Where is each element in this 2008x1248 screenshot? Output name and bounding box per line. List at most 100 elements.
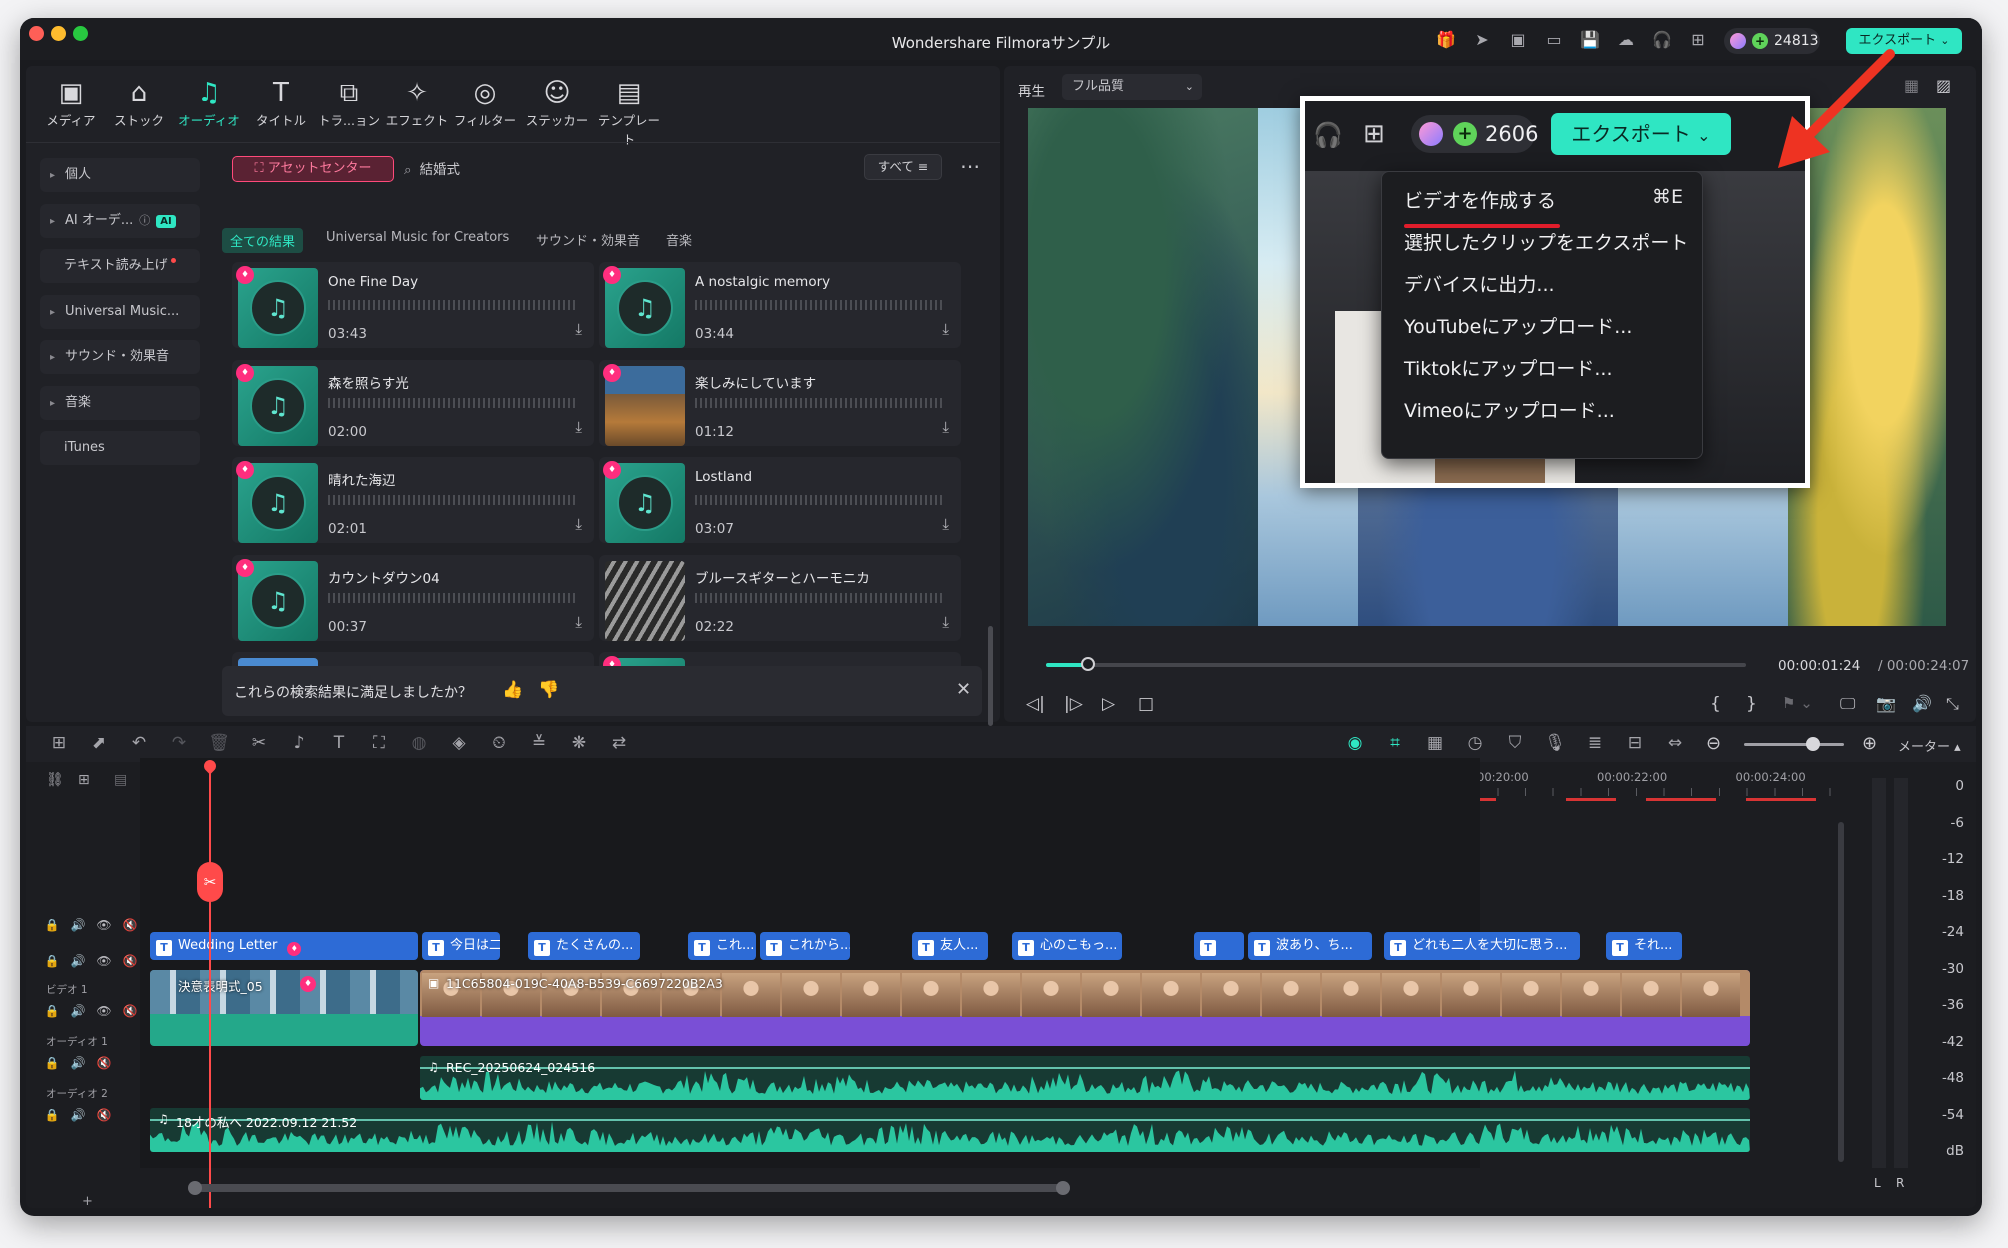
add-track-icon[interactable]: +: [82, 1194, 93, 1209]
fit-icon[interactable]: ⇔: [1662, 733, 1688, 757]
progress-handle[interactable]: [1081, 657, 1095, 671]
sidebar-item[interactable]: ▸ サウンド・効果音: [40, 340, 200, 374]
grid-icon[interactable]: ⊞: [1363, 119, 1385, 149]
meter-toggle[interactable]: メーター ▴: [1898, 736, 1961, 755]
shield-icon[interactable]: ⛉: [1502, 733, 1528, 757]
audio-card[interactable]: ♫ ♦ One Fine Day 03:43 ⤓: [232, 262, 594, 348]
tab-stock[interactable]: ⌂ ストック: [104, 76, 174, 129]
track-settings-icon[interactable]: ▤: [114, 772, 127, 788]
video-clip-intro[interactable]: 決意表明式_05 ♦: [150, 970, 418, 1046]
mute-icon[interactable]: 🔇: [122, 1004, 138, 1020]
thumbs-up-icon[interactable]: 👍: [502, 680, 523, 700]
tab-media[interactable]: ▣ メディア: [36, 76, 106, 129]
video-clip-main[interactable]: 11C65804-019C-40A8-B539-C6697220B2A3 ▣: [420, 970, 1750, 1046]
title-clip[interactable]: T: [1194, 932, 1244, 960]
popup-credits-pill[interactable]: + 2606: [1411, 115, 1538, 153]
render-icon[interactable]: ▦: [1422, 733, 1448, 757]
sidebar-item[interactable]: テキスト読み上げ: [40, 249, 200, 283]
sidebar-item[interactable]: ▸ AI オーデ... ⓘ AI: [40, 203, 200, 238]
ai-icon[interactable]: ❋: [566, 733, 592, 757]
close-icon[interactable]: ✕: [956, 679, 971, 700]
audio-edit-icon[interactable]: ♪: [286, 733, 312, 757]
lock-icon[interactable]: 🔒: [44, 918, 60, 934]
mute-icon[interactable]: 🔇: [96, 1108, 112, 1124]
thumbs-down-icon[interactable]: 👎: [538, 680, 559, 700]
save-icon[interactable]: 💾: [1579, 30, 1601, 50]
more-options-icon[interactable]: ⋯: [960, 154, 980, 178]
title-clip[interactable]: T 心のこもっ...: [1012, 932, 1122, 960]
speed-icon[interactable]: ⏲: [486, 733, 512, 757]
export-menu-item[interactable]: デバイスに出力...: [1404, 270, 1555, 297]
lock-icon[interactable]: 🔒: [44, 1056, 60, 1072]
download-icon[interactable]: ⤓: [942, 515, 949, 533]
export-menu-item[interactable]: 選択したクリップをエクスポート: [1404, 228, 1688, 255]
crop-icon[interactable]: ⛶: [366, 733, 392, 757]
timeline-scrollbar[interactable]: [194, 1184, 1062, 1192]
mic-icon[interactable]: 🎙: [1542, 733, 1568, 757]
tab-filter[interactable]: ◎ フィルター: [450, 76, 520, 129]
export-menu-item[interactable]: Vimeoにアップロード...: [1404, 396, 1615, 423]
scroll-right-handle[interactable]: [1056, 1181, 1070, 1195]
download-icon[interactable]: ⤓: [942, 613, 949, 631]
tab-sticker[interactable]: ☺ ステッカー: [522, 76, 592, 129]
play-icon[interactable]: ▷: [1102, 694, 1115, 714]
tab-title[interactable]: T タイトル: [246, 76, 316, 129]
mark-in-icon[interactable]: {: [1710, 694, 1721, 714]
eye-icon[interactable]: 👁: [96, 954, 112, 970]
layout-icon[interactable]: ▭: [1543, 30, 1565, 50]
audio-card[interactable]: ♫ ♦ Lostland 03:07 ⤓: [599, 457, 961, 543]
sidebar-item[interactable]: iTunes: [40, 431, 200, 465]
download-icon[interactable]: ⤓: [575, 515, 582, 533]
speaker-icon[interactable]: 🔊: [70, 954, 86, 970]
detach-icon[interactable]: ⊟: [1622, 733, 1648, 757]
play-frame-icon[interactable]: |▷: [1064, 694, 1083, 714]
speaker-icon[interactable]: 🔊: [70, 918, 86, 934]
export-menu-item[interactable]: ビデオを作成する: [1404, 186, 1556, 213]
snap-icon[interactable]: ⌗: [1382, 733, 1408, 757]
tab-template[interactable]: ▤ テンプレート: [594, 76, 664, 148]
audio-card[interactable]: ♫ ♦ 森を照らす光 02:00 ⤓: [232, 359, 594, 446]
title-clip[interactable]: T 友人...: [912, 932, 988, 960]
audio-card[interactable]: ブルースギターとハーモニカ 02:22 ⤓: [599, 554, 961, 641]
play-range-icon[interactable]: ◷: [1462, 733, 1488, 757]
scroll-left-handle[interactable]: [188, 1181, 202, 1195]
sort-button[interactable]: すべて ≡: [864, 154, 942, 180]
split-scissors-icon[interactable]: ✂: [197, 862, 223, 902]
mark-out-icon[interactable]: }: [1746, 694, 1757, 714]
delete-icon[interactable]: 🗑: [206, 733, 232, 757]
eye-icon[interactable]: 👁: [96, 918, 112, 934]
cloud-icon[interactable]: ☁: [1615, 30, 1637, 50]
filter-chip[interactable]: 全ての結果: [222, 228, 304, 253]
speaker-icon[interactable]: 🔊: [70, 1056, 86, 1072]
download-icon[interactable]: ⤓: [575, 613, 582, 631]
popup-export-button[interactable]: エクスポート ⌄: [1551, 113, 1731, 155]
color-icon[interactable]: ◈: [446, 733, 472, 757]
sidebar-item[interactable]: ▸ 音楽: [40, 385, 200, 420]
fullscreen-icon[interactable]: ⤡: [1946, 694, 1959, 714]
audio-card[interactable]: ♫ ♦ A nostalgic memory 03:44 ⤓: [599, 262, 961, 348]
quality-select[interactable]: フル品質 ⌄: [1062, 74, 1202, 100]
filter-chip[interactable]: Universal Music for Creators: [326, 230, 509, 245]
display-icon[interactable]: 🖵: [1840, 694, 1855, 714]
adjust-icon[interactable]: ≚: [526, 733, 552, 757]
undo-icon[interactable]: ↶: [126, 733, 152, 757]
title-clip[interactable]: T どれも二人を大切に思う...: [1384, 932, 1580, 960]
audio-clip-2[interactable]: 18才の私へ 2022.09.12 21.52 ♫: [150, 1108, 1750, 1152]
mute-icon[interactable]: 🔇: [96, 1056, 112, 1072]
download-icon[interactable]: ⤓: [942, 320, 949, 338]
mute-icon[interactable]: 🔇: [122, 918, 138, 934]
zoom-in-icon[interactable]: ⊕: [1862, 733, 1877, 754]
mute-icon[interactable]: 🔇: [122, 954, 138, 970]
audio-card[interactable]: ♦ 楽しみにしています 01:12 ⤓: [599, 359, 961, 446]
sidebar-item[interactable]: ▸ Universal Music...: [40, 294, 200, 329]
translate-icon[interactable]: ⇄: [606, 733, 632, 757]
snapshot-view-icon[interactable]: ▨: [1936, 76, 1951, 95]
title-clip[interactable]: T 波あり、ち...: [1248, 932, 1372, 960]
voiceover-icon[interactable]: ≣: [1582, 733, 1608, 757]
redo-icon[interactable]: ↷: [166, 733, 192, 757]
headset-icon[interactable]: 🎧: [1651, 30, 1673, 50]
export-menu-item[interactable]: YouTubeにアップロード...: [1404, 312, 1632, 339]
title-clip[interactable]: T たくさんの...: [528, 932, 640, 960]
track-link-icon[interactable]: ⛓: [46, 772, 64, 788]
lock-icon[interactable]: 🔒: [44, 954, 60, 970]
